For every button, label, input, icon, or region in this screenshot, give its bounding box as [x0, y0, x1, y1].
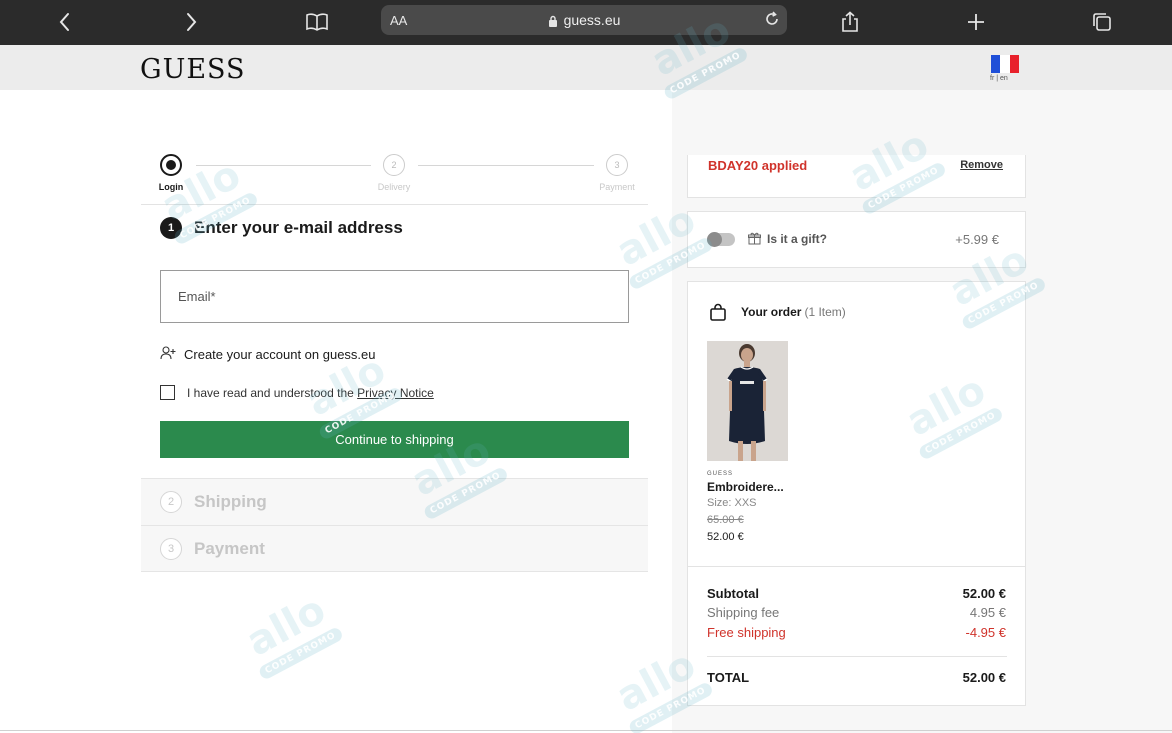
privacy-consent: I have read and understood the Privacy N…	[160, 385, 434, 400]
tabs-icon[interactable]	[1088, 8, 1116, 36]
address-bar[interactable]: AA guess.eu	[381, 5, 787, 35]
create-account-text: Create your account on guess.eu	[184, 347, 376, 362]
login-section-title: Enter your e-mail address	[194, 218, 403, 237]
total-value: 52.00 €	[962, 670, 1006, 685]
site-header: GUESS fr | en	[0, 45, 1172, 90]
new-tab-icon[interactable]	[962, 8, 990, 36]
section-number-badge: 2	[160, 491, 182, 513]
product-discounted-price: 52.00 €	[707, 531, 744, 543]
email-input[interactable]	[161, 271, 628, 322]
france-flag-icon[interactable]	[991, 55, 1019, 73]
gift-icon	[748, 232, 761, 250]
lock-icon	[548, 14, 558, 30]
free-shipping-row: Free shipping -4.95 €	[707, 625, 1006, 640]
bookmarks-icon[interactable]	[303, 8, 331, 36]
privacy-notice-link[interactable]: Privacy Notice	[357, 386, 434, 400]
gift-option-card: Is it a gift? +5.99 €	[687, 211, 1026, 268]
promo-code-applied: BDAY20 applied	[708, 158, 808, 173]
section-number-badge: 3	[160, 538, 182, 560]
forward-icon[interactable]	[177, 8, 205, 36]
shipping-fee-row: Shipping fee 4.95 €	[707, 605, 1006, 620]
free-shipping-value: -4.95 €	[965, 625, 1006, 640]
subtotal-row: Subtotal 52.00 €	[707, 586, 1006, 601]
stepper-line	[196, 165, 371, 166]
divider	[707, 656, 1007, 657]
promo-code-card: BDAY20 applied Remove	[687, 155, 1026, 198]
gift-label: Is it a gift?	[767, 232, 827, 246]
payment-section[interactable]: 3 Payment	[141, 525, 648, 572]
total-row: TOTAL 52.00 €	[707, 670, 1006, 685]
add-user-icon	[160, 346, 176, 363]
gift-toggle[interactable]	[707, 232, 735, 247]
url-text: guess.eu	[563, 12, 621, 28]
subtotal-label: Subtotal	[707, 586, 759, 601]
your-order-card: Your order (1 Item) GUESS Embroidere... S…	[687, 281, 1026, 706]
step-delivery-label: Delivery	[377, 182, 411, 192]
shipping-section[interactable]: 2 Shipping	[141, 478, 648, 525]
order-item-count: (1 Item)	[804, 305, 846, 319]
reload-icon[interactable]	[763, 10, 781, 33]
section-number-badge: 1	[160, 217, 182, 239]
product-original-price: 65.00 €	[707, 514, 744, 526]
your-order-title: Your order (1 Item)	[741, 305, 846, 319]
payment-section-title: Payment	[194, 539, 265, 558]
shipping-fee-label: Shipping fee	[707, 605, 780, 620]
step-payment-label: Payment	[599, 182, 635, 192]
product-name[interactable]: Embroidere...	[707, 480, 784, 494]
step-login-label: Login	[158, 182, 184, 192]
continue-to-shipping-button[interactable]: Continue to shipping	[160, 421, 629, 458]
divider	[141, 204, 648, 205]
gift-price: +5.99 €	[955, 232, 999, 247]
privacy-checkbox[interactable]	[160, 385, 175, 400]
share-icon[interactable]	[836, 8, 864, 36]
product-brand: GUESS	[707, 471, 734, 477]
remove-promo-link[interactable]: Remove	[960, 159, 1003, 171]
language-switch[interactable]: fr | en	[990, 75, 1008, 82]
step-payment-indicator: 3	[606, 154, 628, 176]
divider	[0, 730, 1172, 731]
shopping-bag-icon	[709, 303, 727, 326]
divider	[688, 566, 1025, 567]
step-delivery-indicator: 2	[383, 154, 405, 176]
back-icon[interactable]	[51, 8, 79, 36]
subtotal-value: 52.00 €	[962, 586, 1006, 601]
browser-toolbar: AA guess.eu	[0, 0, 1172, 45]
create-account-link[interactable]: Create your account on guess.eu	[160, 346, 376, 363]
watermark: alloCODE PROMO	[237, 587, 345, 681]
guess-logo[interactable]: GUESS	[140, 54, 246, 85]
stepper-line	[418, 165, 594, 166]
shipping-fee-value: 4.95 €	[969, 605, 1006, 620]
free-shipping-label: Free shipping	[707, 625, 786, 640]
product-size: Size: XXS	[707, 497, 757, 509]
step-login-indicator	[160, 154, 182, 176]
email-field[interactable]	[160, 270, 629, 323]
shipping-section-title: Shipping	[194, 492, 267, 511]
product-image[interactable]	[707, 341, 788, 461]
privacy-text: I have read and understood the	[187, 385, 354, 400]
total-label: TOTAL	[707, 670, 750, 685]
